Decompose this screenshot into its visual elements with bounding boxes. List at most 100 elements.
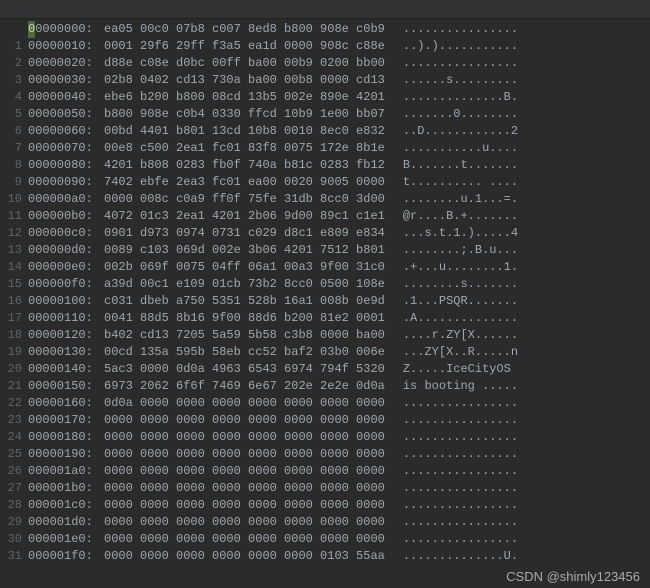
- hex-bytes[interactable]: 0000 0000 0000 0000 0000 0000 0000 0000: [93, 480, 385, 497]
- hex-row[interactable]: 1900000130: 00cd 135a 595b 58eb cc52 baf…: [0, 344, 650, 361]
- hex-row[interactable]: 28000001c0: 0000 0000 0000 0000 0000 000…: [0, 497, 650, 514]
- ascii-column[interactable]: ................: [385, 514, 518, 531]
- hex-row[interactable]: 900000090: 7402 ebfe 2ea3 fc01 ea00 0020…: [0, 174, 650, 191]
- hex-bytes[interactable]: 02b8 0402 cd13 730a ba00 00b8 0000 cd13: [93, 72, 385, 89]
- ascii-column[interactable]: B.......t.......: [385, 157, 518, 174]
- hex-bytes[interactable]: 0041 88d5 8b16 9f00 88d6 b200 81e2 0001: [93, 310, 385, 327]
- hex-row[interactable]: 11000000b0: 4072 01c3 2ea1 4201 2b06 9d0…: [0, 208, 650, 225]
- hex-bytes[interactable]: 00e8 c500 2ea1 fc01 83f8 0075 172e 8b1e: [93, 140, 385, 157]
- hex-bytes[interactable]: 0000 0000 0000 0000 0000 0000 0103 55aa: [93, 548, 385, 565]
- ascii-column[interactable]: .1...PSQR.......: [385, 293, 518, 310]
- ascii-column[interactable]: ................: [385, 446, 518, 463]
- hex-row[interactable]: 31000001f0: 0000 0000 0000 0000 0000 000…: [0, 548, 650, 565]
- ascii-column[interactable]: .......0........: [385, 106, 518, 123]
- ascii-column[interactable]: ........s.......: [385, 276, 518, 293]
- hex-row[interactable]: 800000080: 4201 b808 0283 fb0f 740a b81c…: [0, 157, 650, 174]
- hex-bytes[interactable]: 00bd 4401 b801 13cd 10b8 0010 8ec0 e832: [93, 123, 385, 140]
- ascii-column[interactable]: ...s.t.1.).....4: [385, 225, 518, 242]
- hex-bytes[interactable]: ebe6 b200 b800 08cd 13b5 002e 890e 4201: [93, 89, 385, 106]
- hex-row[interactable]: 2300000170: 0000 0000 0000 0000 0000 000…: [0, 412, 650, 429]
- ascii-column[interactable]: ...ZY[X..R.....n: [385, 344, 518, 361]
- hex-row[interactable]: 2500000190: 0000 0000 0000 0000 0000 000…: [0, 446, 650, 463]
- hex-row[interactable]: 2400000180: 0000 0000 0000 0000 0000 000…: [0, 429, 650, 446]
- hex-row[interactable]: 700000070: 00e8 c500 2ea1 fc01 83f8 0075…: [0, 140, 650, 157]
- hex-bytes[interactable]: b800 908e c0b4 0330 ffcd 10b9 1e00 bb07: [93, 106, 385, 123]
- ascii-column[interactable]: ................: [385, 412, 518, 429]
- ascii-column[interactable]: t.......... ....: [385, 174, 518, 191]
- hex-row[interactable]: 13000000d0: 0089 c103 069d 002e 3b06 420…: [0, 242, 650, 259]
- ascii-column[interactable]: is booting .....: [385, 378, 518, 395]
- hex-bytes[interactable]: b402 cd13 7205 5a59 5b58 c3b8 0000 ba00: [93, 327, 385, 344]
- hex-bytes[interactable]: 0d0a 0000 0000 0000 0000 0000 0000 0000: [93, 395, 385, 412]
- hex-row[interactable]: 00000000: ea05 00c0 07b8 c007 8ed8 b800 …: [0, 21, 650, 38]
- ascii-column[interactable]: ................: [385, 497, 518, 514]
- hex-bytes[interactable]: 4201 b808 0283 fb0f 740a b81c 0283 fb12: [93, 157, 385, 174]
- hex-row[interactable]: 26000001a0: 0000 0000 0000 0000 0000 000…: [0, 463, 650, 480]
- ascii-column[interactable]: ........u.1...=.: [385, 191, 518, 208]
- hex-bytes[interactable]: 4072 01c3 2ea1 4201 2b06 9d00 89c1 c1e1: [93, 208, 385, 225]
- hex-bytes[interactable]: 0000 0000 0000 0000 0000 0000 0000 0000: [93, 429, 385, 446]
- ascii-column[interactable]: ................: [385, 55, 518, 72]
- hex-bytes[interactable]: 0000 0000 0000 0000 0000 0000 0000 0000: [93, 412, 385, 429]
- hex-bytes[interactable]: 00cd 135a 595b 58eb cc52 baf2 03b0 006e: [93, 344, 385, 361]
- ascii-column[interactable]: ................: [385, 480, 518, 497]
- hex-row[interactable]: 27000001b0: 0000 0000 0000 0000 0000 000…: [0, 480, 650, 497]
- hex-bytes[interactable]: 0901 d973 0974 0731 c029 d8c1 e809 e834: [93, 225, 385, 242]
- ascii-column[interactable]: ................: [385, 463, 518, 480]
- hex-row[interactable]: 500000050: b800 908e c0b4 0330 ffcd 10b9…: [0, 106, 650, 123]
- hex-row[interactable]: 2000000140: 5ac3 0000 0d0a 4963 6543 697…: [0, 361, 650, 378]
- hex-row[interactable]: 12000000c0: 0901 d973 0974 0731 c029 d8c…: [0, 225, 650, 242]
- hex-bytes[interactable]: 0089 c103 069d 002e 3b06 4201 7512 b801: [93, 242, 385, 259]
- hex-bytes[interactable]: 5ac3 0000 0d0a 4963 6543 6974 794f 5320: [93, 361, 385, 378]
- hex-row[interactable]: 200000020: d88e c08e d0bc 00ff ba00 00b9…: [0, 55, 650, 72]
- ascii-column[interactable]: ..).)...........: [385, 38, 518, 55]
- hex-row[interactable]: 10000000a0: 0000 008c c0a9 ff0f 75fe 31d…: [0, 191, 650, 208]
- tab-bar[interactable]: [0, 0, 650, 19]
- hex-bytes[interactable]: 6973 2062 6f6f 7469 6e67 202e 2e2e 0d0a: [93, 378, 385, 395]
- hex-row[interactable]: 400000040: ebe6 b200 b800 08cd 13b5 002e…: [0, 89, 650, 106]
- hex-row[interactable]: 1800000120: b402 cd13 7205 5a59 5b58 c3b…: [0, 327, 650, 344]
- ascii-column[interactable]: ................: [385, 395, 518, 412]
- hex-row[interactable]: 14000000e0: 002b 069f 0075 04ff 06a1 00a…: [0, 259, 650, 276]
- ascii-column[interactable]: @r....B.+.......: [385, 208, 518, 225]
- ascii-column[interactable]: .+...u........1.: [385, 259, 518, 276]
- hex-bytes[interactable]: 0000 0000 0000 0000 0000 0000 0000 0000: [93, 531, 385, 548]
- ascii-column[interactable]: ................: [385, 531, 518, 548]
- hex-bytes[interactable]: 0000 0000 0000 0000 0000 0000 0000 0000: [93, 514, 385, 531]
- hex-bytes[interactable]: c031 dbeb a750 5351 528b 16a1 008b 0e9d: [93, 293, 385, 310]
- hex-bytes[interactable]: a39d 00c1 e109 01cb 73b2 8cc0 0500 108e: [93, 276, 385, 293]
- hex-row[interactable]: 29000001d0: 0000 0000 0000 0000 0000 000…: [0, 514, 650, 531]
- hex-bytes[interactable]: 0000 0000 0000 0000 0000 0000 0000 0000: [93, 463, 385, 480]
- hex-bytes[interactable]: d88e c08e d0bc 00ff ba00 00b9 0200 bb00: [93, 55, 385, 72]
- ascii-column[interactable]: ................: [385, 21, 518, 38]
- ascii-column[interactable]: ..............U.: [385, 548, 518, 565]
- hex-row[interactable]: 2200000160: 0d0a 0000 0000 0000 0000 000…: [0, 395, 650, 412]
- ascii-column[interactable]: Z.....IceCityOS: [385, 361, 518, 378]
- offset: 000001e0:: [28, 531, 93, 548]
- hex-row[interactable]: 1700000110: 0041 88d5 8b16 9f00 88d6 b20…: [0, 310, 650, 327]
- ascii-column[interactable]: ......s.........: [385, 72, 518, 89]
- hex-row[interactable]: 300000030: 02b8 0402 cd13 730a ba00 00b8…: [0, 72, 650, 89]
- ascii-column[interactable]: .A..............: [385, 310, 518, 327]
- hex-bytes[interactable]: 0000 0000 0000 0000 0000 0000 0000 0000: [93, 497, 385, 514]
- ascii-column[interactable]: ................: [385, 429, 518, 446]
- ascii-column[interactable]: ..D............2: [385, 123, 518, 140]
- hex-row[interactable]: 30000001e0: 0000 0000 0000 0000 0000 000…: [0, 531, 650, 548]
- hex-row[interactable]: 2100000150: 6973 2062 6f6f 7469 6e67 202…: [0, 378, 650, 395]
- hex-bytes[interactable]: 0000 0000 0000 0000 0000 0000 0000 0000: [93, 446, 385, 463]
- ascii-column[interactable]: ........;.B.u...: [385, 242, 518, 259]
- hex-row[interactable]: 100000010: 0001 29f6 29ff f3a5 ea1d 0000…: [0, 38, 650, 55]
- line-number: 30: [0, 531, 28, 548]
- hex-bytes[interactable]: ea05 00c0 07b8 c007 8ed8 b800 908e c0b9: [93, 21, 385, 38]
- ascii-column[interactable]: ..............B.: [385, 89, 518, 106]
- hex-bytes[interactable]: 0000 008c c0a9 ff0f 75fe 31db 8cc0 3d00: [93, 191, 385, 208]
- ascii-column[interactable]: ...........u....: [385, 140, 518, 157]
- hex-editor-content[interactable]: 00000000: ea05 00c0 07b8 c007 8ed8 b800 …: [0, 19, 650, 565]
- hex-row[interactable]: 600000060: 00bd 4401 b801 13cd 10b8 0010…: [0, 123, 650, 140]
- ascii-column[interactable]: ....r.ZY[X......: [385, 327, 518, 344]
- hex-row[interactable]: 1600000100: c031 dbeb a750 5351 528b 16a…: [0, 293, 650, 310]
- hex-bytes[interactable]: 7402 ebfe 2ea3 fc01 ea00 0020 9005 0000: [93, 174, 385, 191]
- hex-bytes[interactable]: 002b 069f 0075 04ff 06a1 00a3 9f00 31c0: [93, 259, 385, 276]
- hex-bytes[interactable]: 0001 29f6 29ff f3a5 ea1d 0000 908c c88e: [93, 38, 385, 55]
- hex-row[interactable]: 15000000f0: a39d 00c1 e109 01cb 73b2 8cc…: [0, 276, 650, 293]
